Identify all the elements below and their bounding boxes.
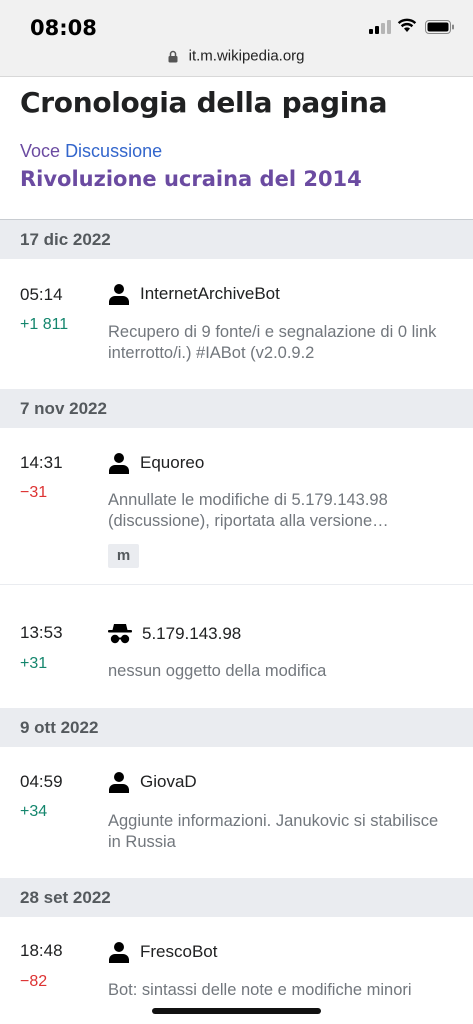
- entry-summary: Bot: sintassi delle note e modifiche min…: [108, 981, 412, 999]
- entry-summary: nessun oggetto della modifica: [108, 662, 327, 680]
- battery-icon: [425, 20, 454, 34]
- anonymous-user-icon: [108, 624, 132, 644]
- user-icon: [109, 772, 129, 793]
- entry-user[interactable]: Equoreo: [108, 452, 204, 474]
- date-header: 7 nov 2022: [0, 389, 473, 428]
- address-bar[interactable]: it.m.wikipedia.org: [0, 47, 473, 65]
- minor-edit-badge: m: [108, 544, 139, 568]
- date-label: 17 dic 2022: [20, 230, 111, 249]
- entry-diff: +1 811: [20, 316, 69, 333]
- status-bar: 08:08 it.m.wikipedia.org: [0, 0, 473, 77]
- user-name: GiovaD: [140, 772, 197, 791]
- cellular-signal-icon: [369, 20, 391, 34]
- entry-user[interactable]: InternetArchiveBot: [108, 283, 280, 305]
- page-tabs: Voce Discussione: [20, 141, 162, 162]
- history-entry[interactable]: 13:53 +31 5.179.143.98 nessun oggetto de…: [0, 585, 473, 708]
- history-entry[interactable]: 04:59 +34 GiovaD Aggiunte informazioni. …: [0, 747, 473, 877]
- home-indicator[interactable]: [152, 1008, 321, 1014]
- entry-summary: Recupero di 9 fonte/i e segnalazione di …: [108, 323, 437, 362]
- user-icon: [109, 942, 129, 963]
- date-header: 9 ott 2022: [0, 708, 473, 747]
- user-name: FrescoBot: [140, 942, 218, 961]
- user-name: 5.179.143.98: [142, 624, 242, 643]
- entry-time[interactable]: 14:31: [20, 453, 63, 473]
- date-label: 9 ott 2022: [20, 718, 99, 737]
- user-icon: [109, 284, 129, 305]
- entry-diff: −31: [20, 484, 48, 501]
- article-title-link[interactable]: Rivoluzione ucraina del 2014: [20, 167, 362, 191]
- user-name: InternetArchiveBot: [140, 284, 280, 303]
- user-name: Equoreo: [140, 453, 205, 472]
- page-title: Cronologia della pagina: [20, 86, 388, 119]
- date-label: 7 nov 2022: [20, 399, 107, 418]
- url-text: it.m.wikipedia.org: [188, 47, 305, 65]
- entry-diff: −82: [20, 973, 48, 990]
- wifi-icon: [397, 18, 417, 32]
- date-label: 28 set 2022: [20, 888, 111, 907]
- entry-summary: Aggiunte informazioni. Janukovic si stab…: [108, 812, 439, 851]
- user-icon: [109, 453, 129, 474]
- entry-time[interactable]: 04:59: [20, 772, 63, 792]
- entry-user[interactable]: 5.179.143.98: [108, 623, 241, 645]
- entry-diff: +31: [20, 655, 48, 672]
- tab-discussione[interactable]: Discussione: [65, 141, 162, 161]
- entry-time[interactable]: 13:53: [20, 623, 63, 643]
- tab-voce[interactable]: Voce: [20, 141, 60, 161]
- history-entry[interactable]: 14:31 −31 Equoreo Annullate le modifiche…: [0, 428, 473, 584]
- date-header: 28 set 2022: [0, 878, 473, 917]
- entry-time[interactable]: 18:48: [20, 941, 63, 961]
- entry-time[interactable]: 05:14: [20, 285, 63, 305]
- entry-user[interactable]: GiovaD: [108, 771, 197, 793]
- entry-diff: +34: [20, 803, 48, 820]
- history-entry[interactable]: 05:14 +1 811 InternetArchiveBot Recupero…: [0, 259, 473, 387]
- entry-user[interactable]: FrescoBot: [108, 941, 217, 963]
- lock-icon: [168, 50, 178, 63]
- status-time: 08:08: [30, 16, 97, 40]
- entry-summary: Annullate le modifiche di 5.179.143.98 (…: [108, 491, 389, 530]
- date-header: 17 dic 2022: [0, 220, 473, 259]
